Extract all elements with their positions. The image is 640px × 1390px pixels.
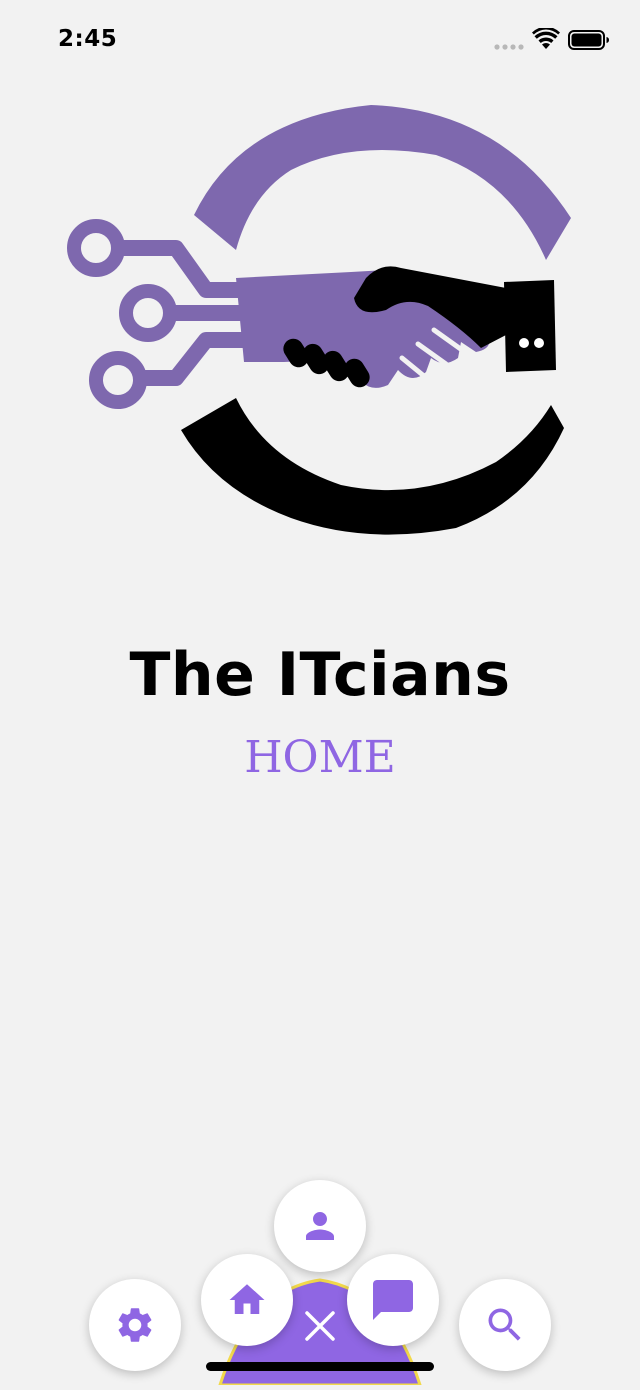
search-button[interactable]	[459, 1279, 551, 1371]
settings-button[interactable]	[89, 1279, 181, 1371]
close-menu-button[interactable]	[296, 1304, 344, 1352]
signal-icon	[494, 38, 524, 56]
battery-icon	[568, 30, 610, 55]
person-icon	[299, 1205, 341, 1247]
profile-button[interactable]	[274, 1180, 366, 1272]
status-time: 2:45	[58, 26, 118, 52]
home-icon	[226, 1279, 268, 1321]
chat-bubble-icon	[369, 1276, 417, 1324]
app-title: The ITcians	[129, 640, 511, 710]
status-bar: 2:45	[0, 0, 640, 80]
search-icon	[483, 1303, 527, 1347]
wifi-icon	[532, 26, 560, 55]
gear-icon	[114, 1304, 156, 1346]
home-button[interactable]	[201, 1254, 293, 1346]
page-title: HOME	[244, 732, 396, 783]
chat-button[interactable]	[347, 1254, 439, 1346]
close-icon	[303, 1309, 337, 1348]
app-logo	[66, 100, 576, 540]
home-indicator	[206, 1362, 434, 1371]
